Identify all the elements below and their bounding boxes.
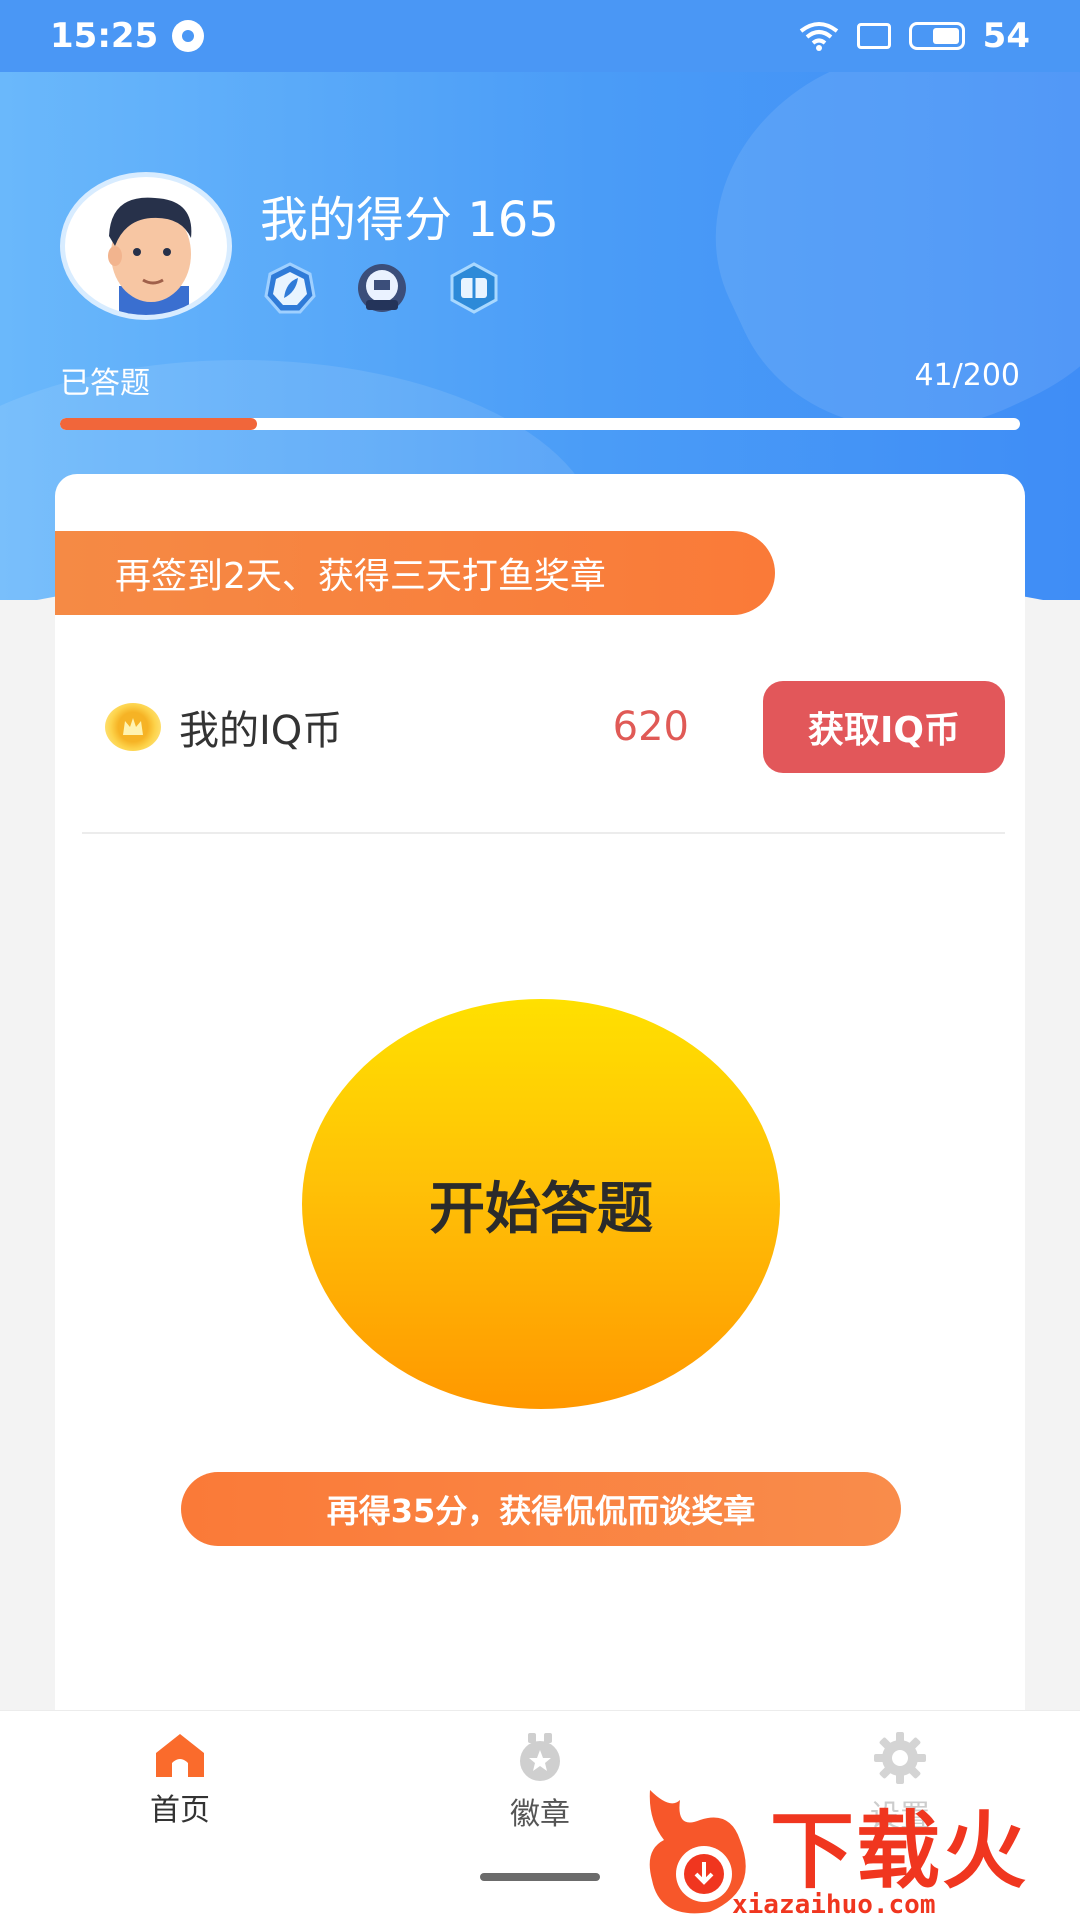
status-bar: 15:25 54 xyxy=(0,0,1080,72)
nav-home-label: 首页 xyxy=(150,1793,210,1828)
nav-home[interactable]: 首页 xyxy=(90,1731,270,1829)
progress-label: 已答题 xyxy=(60,366,150,401)
watermark: 下载火 xiazaihuo.com xyxy=(640,1780,1080,1920)
screen-icon xyxy=(856,23,891,49)
divider xyxy=(82,832,1005,834)
home-indicator[interactable] xyxy=(480,1873,600,1881)
account-icon xyxy=(172,20,205,52)
iq-coin-label: 我的IQ币 xyxy=(179,708,343,754)
progress-bar xyxy=(60,418,1020,430)
wifi-icon xyxy=(799,22,838,51)
start-quiz-button[interactable]: 开始答题 xyxy=(302,999,780,1409)
coin-icon xyxy=(105,703,161,751)
get-iq-coin-button[interactable]: 获取IQ币 xyxy=(763,681,1005,773)
leaf-badge-icon[interactable] xyxy=(264,262,316,314)
watermark-url: xiazaihuo.com xyxy=(732,1890,936,1920)
battery-level: 54 xyxy=(982,16,1030,56)
progress-count: 41/200 xyxy=(914,358,1020,393)
badge-list xyxy=(264,262,500,314)
iq-coin-row: 我的IQ币 620 获取IQ币 xyxy=(105,677,1005,777)
checkin-banner[interactable]: 再签到2天、获得三天打鱼奖章 xyxy=(55,531,775,615)
score-title: 我的得分 165 xyxy=(260,192,559,248)
score-goal-banner: 再得35分，获得侃侃而谈奖章 xyxy=(181,1472,901,1546)
iq-coin-value: 620 xyxy=(612,704,689,750)
main-card: 再签到2天、获得三天打鱼奖章 我的IQ币 620 获取IQ币 开始答题 再得35… xyxy=(55,474,1025,1714)
home-icon xyxy=(156,1734,204,1777)
battery-icon xyxy=(908,22,965,50)
status-time: 15:25 xyxy=(50,16,159,56)
avatar[interactable] xyxy=(60,172,232,320)
nav-badges-label: 徽章 xyxy=(510,1797,570,1832)
progress-fill xyxy=(60,418,257,430)
2020-badge-icon[interactable] xyxy=(356,262,408,314)
nav-badges[interactable]: 徽章 xyxy=(450,1731,630,1833)
watermark-text: 下载火 xyxy=(770,1802,1029,1900)
avatar-face-icon xyxy=(108,197,192,315)
gear-icon xyxy=(874,1732,926,1784)
medal-icon xyxy=(520,1733,560,1781)
book-badge-icon[interactable] xyxy=(448,262,500,314)
